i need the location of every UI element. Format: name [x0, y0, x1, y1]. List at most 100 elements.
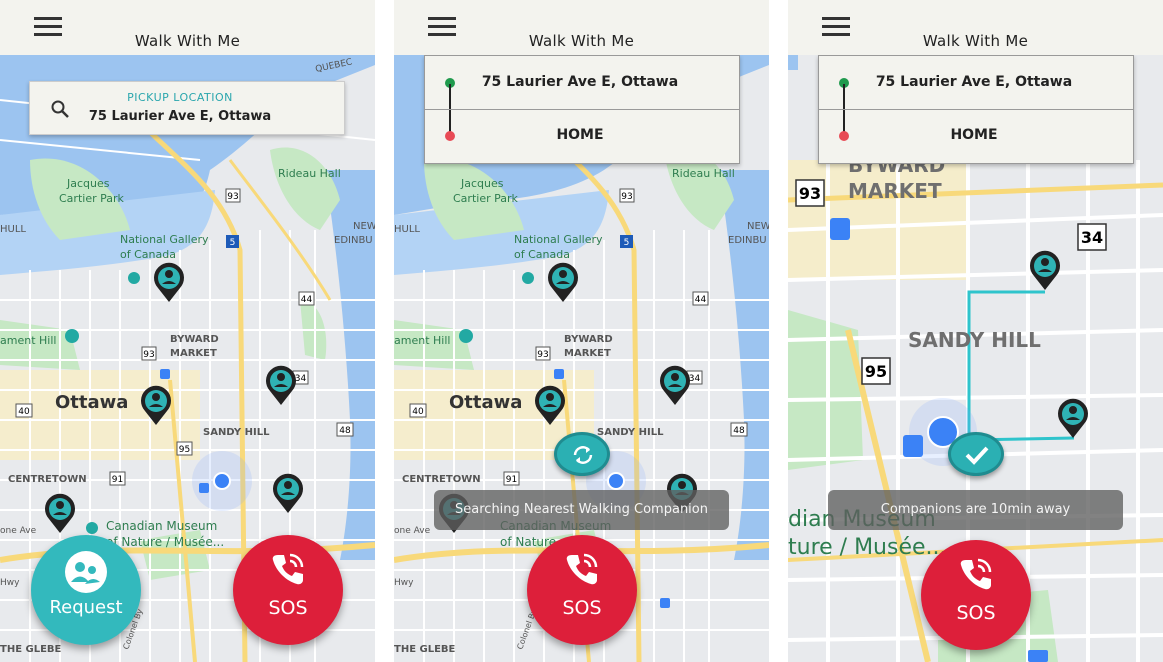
map-label: Ottawa: [449, 392, 522, 413]
map-label: MARKET: [848, 179, 942, 203]
map-label: Ottawa: [55, 392, 128, 413]
destination-field[interactable]: HOME: [859, 127, 1089, 143]
map-label: SANDY HILL: [908, 328, 1041, 352]
map-label: National Gallery: [514, 233, 603, 246]
road-shield: 44: [301, 295, 313, 305]
app-title: Walk With Me: [134, 32, 241, 50]
road-shield: 34: [689, 374, 701, 384]
transit-icon: [660, 598, 670, 608]
sos-label: SOS: [562, 597, 602, 619]
sos-button[interactable]: SOS: [921, 540, 1031, 650]
pickup-location-field[interactable]: PICKUP LOCATION 75 Laurier Ave E, Ottawa: [29, 81, 345, 135]
pickup-label: PICKUP LOCATION: [127, 91, 233, 104]
map-label: Hwy: [394, 578, 414, 588]
screen-searching: 93 5 44 93 34 40 48 91 95 Jacques Cartie…: [394, 0, 769, 662]
map-label: Rideau Hall: [278, 167, 341, 180]
map-label: MARKET: [170, 348, 217, 359]
poi-icon: [459, 329, 473, 343]
map-label: ture / Musée...: [788, 535, 947, 560]
phone-call-icon: [272, 553, 304, 585]
road-shield: 93: [799, 184, 821, 203]
road-shield: 34: [1081, 228, 1103, 247]
route-panel: 75 Laurier Ave E, Ottawa HOME: [818, 55, 1134, 164]
route-connector: [449, 84, 451, 136]
road-shield: 93: [143, 350, 154, 360]
transit-icon: [1028, 650, 1048, 662]
checkmark-icon: [965, 446, 989, 465]
map-label: of Canada: [120, 248, 176, 261]
map-label: Hwy: [0, 578, 20, 588]
road-shield: 5: [624, 238, 630, 248]
map-label: HULL: [0, 224, 26, 235]
poi-icon: [522, 272, 534, 284]
map-label: MARKET: [564, 348, 611, 359]
map-label: EDINBU: [334, 235, 373, 246]
transit-icon: [199, 483, 209, 493]
map-label: Cartier Park: [59, 192, 125, 205]
map-label: National Gallery: [120, 233, 209, 246]
road-shield: 95: [865, 362, 887, 381]
divider: [425, 109, 739, 110]
app-header: Walk With Me: [0, 0, 375, 55]
destination-dot-icon: [839, 131, 849, 141]
transit-icon: [903, 435, 923, 457]
map-label: THE GLEBE: [0, 644, 62, 655]
map-label: EDINBU: [728, 235, 767, 246]
status-toast: Companions are 10min away: [828, 490, 1123, 530]
map-label: SANDY HILL: [203, 427, 270, 438]
app-title: Walk With Me: [922, 32, 1029, 50]
map-label: Cartier Park: [453, 192, 519, 205]
sos-label: SOS: [956, 602, 996, 624]
map-label: Jacques: [460, 177, 504, 190]
map-label: CENTRETOWN: [402, 474, 481, 485]
map-label: one Ave: [394, 526, 431, 536]
screen-pickup: 93 5 44 93 34 40 48 91 95 QUEBEC Jacques…: [0, 0, 375, 662]
map-label: Jacques: [66, 177, 110, 190]
origin-field[interactable]: 75 Laurier Ave E, Ottawa: [465, 74, 695, 90]
route-connector: [843, 84, 845, 136]
road-shield: 93: [227, 192, 238, 202]
map-label: THE GLEBE: [394, 644, 456, 655]
road-shield: 91: [506, 475, 517, 485]
phone-call-icon: [566, 553, 598, 585]
origin-field[interactable]: 75 Laurier Ave E, Ottawa: [859, 74, 1089, 90]
companion-found-indicator: [948, 432, 1004, 476]
route-panel: 75 Laurier Ave E, Ottawa HOME: [424, 55, 740, 164]
road-shield: 93: [537, 350, 548, 360]
transit-icon: [554, 369, 564, 379]
pickup-value: 75 Laurier Ave E, Ottawa: [88, 109, 272, 124]
sos-button[interactable]: SOS: [527, 535, 637, 645]
app-header: Walk With Me: [788, 0, 1163, 55]
road-shield: 5: [230, 238, 236, 248]
searching-indicator: [554, 432, 610, 476]
destination-field[interactable]: HOME: [465, 127, 695, 143]
road-shield: 34: [295, 374, 307, 384]
map-label: SANDY HILL: [597, 427, 664, 438]
map-label: CENTRETOWN: [8, 474, 87, 485]
map-label: of Nature / Musée...: [106, 535, 224, 549]
refresh-icon: [573, 446, 593, 464]
search-icon: [51, 100, 69, 118]
road-shield: 91: [112, 475, 123, 485]
road-shield: 93: [621, 192, 632, 202]
map-label: BYWARD: [564, 334, 613, 345]
road-shield: 44: [695, 295, 707, 305]
transit-icon: [160, 369, 170, 379]
app-header: Walk With Me: [394, 0, 769, 55]
map-label: NEW: [747, 221, 769, 232]
road-shield: 95: [179, 445, 190, 455]
map-label: ament Hill: [0, 334, 56, 347]
companions-icon: [65, 551, 107, 593]
map-label: one Ave: [0, 526, 37, 536]
request-button[interactable]: Request: [31, 535, 141, 645]
divider: [819, 109, 1133, 110]
road-shield: 48: [339, 426, 351, 436]
map-label: of Canada: [514, 248, 570, 261]
map-label: Rideau Hall: [672, 167, 735, 180]
map-label: ament Hill: [394, 334, 450, 347]
poi-icon: [86, 522, 98, 534]
sos-label: SOS: [268, 597, 308, 619]
request-label: Request: [49, 597, 123, 618]
sos-button[interactable]: SOS: [233, 535, 343, 645]
phone-call-icon: [960, 558, 992, 590]
